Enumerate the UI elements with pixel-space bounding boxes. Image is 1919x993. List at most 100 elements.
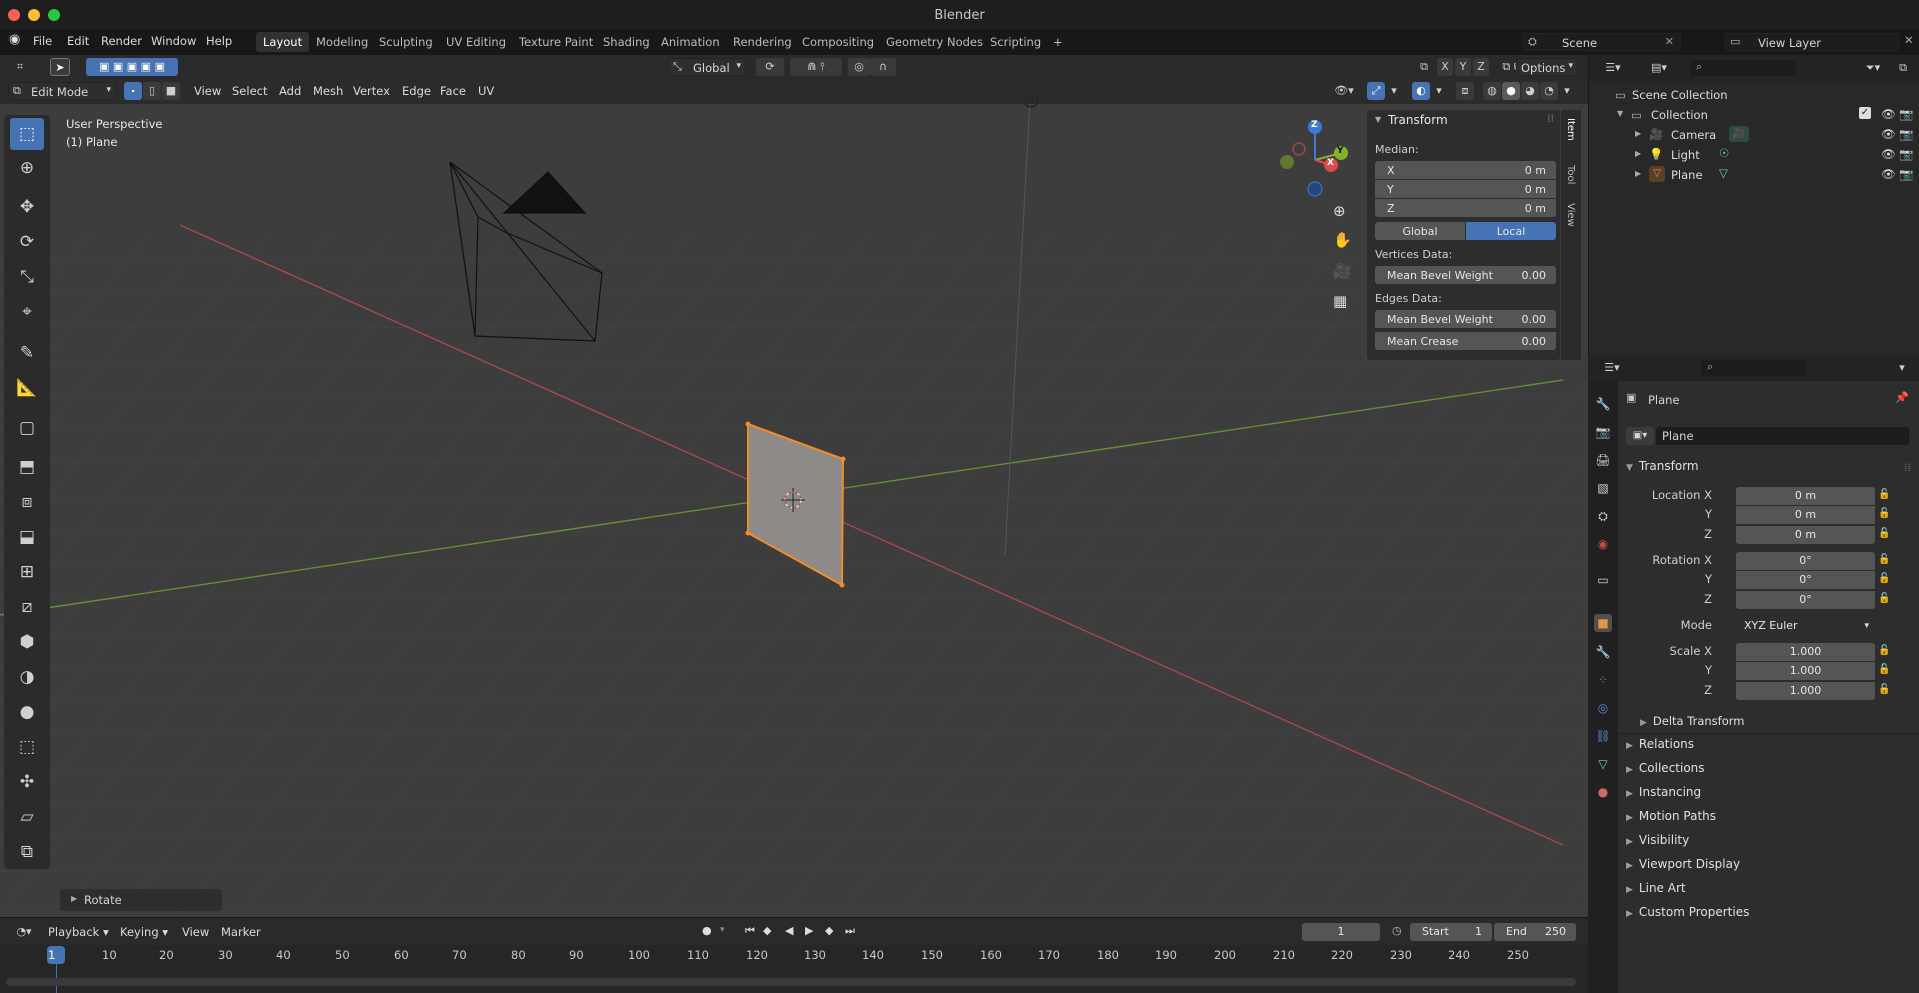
timeline-ruler[interactable]: 1 10 20 30 40 50 60 70 80 90 100 110 120 130 140 150 160… xyxy=(0,945,1588,993)
pivot-point-icon[interactable]: ⟳ xyxy=(756,58,784,76)
shrink-fatten-tool-icon[interactable]: ✣ xyxy=(10,766,44,798)
physics-tab-icon[interactable]: ◎ xyxy=(1594,699,1612,717)
menu-file[interactable]: File xyxy=(33,34,52,48)
chevron-down-icon[interactable]: ▾ xyxy=(1432,82,1446,100)
scale-y-field[interactable]: 1.000 xyxy=(1736,662,1875,680)
extrude-tool-icon[interactable]: ⬒ xyxy=(10,451,44,483)
menu-add[interactable]: Add xyxy=(279,84,301,98)
spin-tool-icon[interactable]: ◑ xyxy=(10,661,44,693)
select-tool-icon[interactable]: ➤ xyxy=(50,58,70,76)
wireframe-shading-icon[interactable]: ◍ xyxy=(1483,82,1501,100)
chevron-down-icon[interactable]: ▾ xyxy=(1894,359,1910,377)
measure-tool-icon[interactable]: 📐 xyxy=(10,372,44,404)
ortho-grid-icon[interactable]: ▦ xyxy=(1333,292,1347,310)
tab-rendering[interactable]: Rendering xyxy=(726,32,799,52)
new-collection-icon[interactable]: ⧉ xyxy=(1893,59,1913,77)
timeline-view-menu[interactable]: View xyxy=(182,925,209,939)
menu-view[interactable]: View xyxy=(194,84,221,98)
falloff-icon[interactable]: ∩ xyxy=(870,58,896,76)
outliner-item-plane[interactable]: ▶ ▽ Plane ▽ 👁 📷 xyxy=(1589,165,1919,185)
custom-properties-section[interactable]: ▶ Custom Properties xyxy=(1626,905,1749,919)
proportional-edit-icon[interactable]: ◎ xyxy=(848,58,870,76)
light-data-icon[interactable]: ☉ xyxy=(1719,146,1729,160)
jump-end-icon[interactable]: ⏭ xyxy=(845,924,855,938)
cursor-tool-icon[interactable]: ⊕ xyxy=(10,152,44,184)
jump-start-icon[interactable]: ⏮ xyxy=(745,924,755,938)
lock-icon[interactable]: 🔓 xyxy=(1878,528,1890,539)
object-tab-icon[interactable]: ■ xyxy=(1594,614,1612,632)
keying-menu[interactable]: Keying ▾ xyxy=(120,925,168,939)
collection-tab-icon[interactable]: ▭ xyxy=(1594,571,1612,589)
render-tab-icon[interactable]: 📷 xyxy=(1594,423,1612,441)
outliner-collection[interactable]: ▼ ▭ Collection ✓ 👁 📷 xyxy=(1589,105,1919,125)
eye-icon[interactable]: 👁 xyxy=(1881,167,1896,181)
end-frame-field[interactable]: End 250 xyxy=(1494,923,1576,941)
median-x-field[interactable]: X 0 m xyxy=(1375,161,1556,179)
eye-icon[interactable]: 👁 xyxy=(1881,107,1896,121)
material-tab-icon[interactable]: ● xyxy=(1594,783,1612,801)
global-toggle[interactable]: Global xyxy=(1375,222,1465,240)
scale-z-field[interactable]: 1.000 xyxy=(1736,682,1875,700)
instancing-section[interactable]: ▶ Instancing xyxy=(1626,785,1701,799)
tab-uv-editing[interactable]: UV Editing xyxy=(439,32,513,52)
lock-icon[interactable]: 🔓 xyxy=(1878,684,1890,695)
blender-logo-icon[interactable]: ◉ xyxy=(9,32,20,47)
scene-tab-icon[interactable]: ⛭ xyxy=(1594,507,1612,525)
zoom-icon[interactable]: ⊕ xyxy=(1333,202,1346,220)
local-toggle[interactable]: Local xyxy=(1466,222,1556,240)
line-art-section[interactable]: ▶ Line Art xyxy=(1626,881,1686,895)
object-name-field[interactable]: Plane xyxy=(1656,427,1909,445)
solid-shading-icon[interactable]: ● xyxy=(1502,82,1520,100)
constraints-tab-icon[interactable]: ⛓ xyxy=(1594,727,1612,745)
timeline-scrollbar[interactable] xyxy=(6,978,1576,986)
chevron-right-icon[interactable]: ▶ xyxy=(1635,169,1641,178)
particles-tab-icon[interactable]: ⁘ xyxy=(1594,671,1612,689)
move-tool-icon[interactable]: ✥ xyxy=(10,191,44,223)
outliner-item-light[interactable]: ▶ 💡 Light ☉ 👁 📷 xyxy=(1589,145,1919,165)
navigation-gizmo[interactable]: Z Y X xyxy=(1275,115,1355,200)
tab-animation[interactable]: Animation xyxy=(654,32,727,52)
face-select-icon[interactable]: ■ xyxy=(162,82,180,100)
pan-hand-icon[interactable]: ✋ xyxy=(1333,231,1352,249)
transform-section-header[interactable]: ▼ Transform xyxy=(1626,459,1699,473)
bevel-tool-icon[interactable]: ⬓ xyxy=(10,521,44,553)
tab-item[interactable]: Item xyxy=(1565,118,1576,141)
rotation-x-field[interactable]: 0° xyxy=(1736,552,1875,570)
tool-tab-icon[interactable]: 🔧 xyxy=(1594,395,1612,413)
selection-modes-group[interactable]: ▣ ▣ ▣ ▣ ▣ xyxy=(86,58,178,76)
motion-paths-section[interactable]: ▶ Motion Paths xyxy=(1626,809,1716,823)
record-icon[interactable]: ● xyxy=(702,924,712,937)
xray-toggle-icon[interactable]: ⧈ xyxy=(1456,82,1474,100)
gizmo-toggle-icon[interactable]: ⤢ xyxy=(1367,82,1385,100)
rip-tool-icon[interactable]: ⧉ xyxy=(10,836,44,868)
visibility-icon[interactable]: 👁▾ xyxy=(1330,82,1358,100)
mirror-icon[interactable]: ⧉ xyxy=(1415,58,1433,76)
select-box-tool-icon[interactable]: ⬚ xyxy=(10,118,44,150)
collections-section[interactable]: ▶ Collections xyxy=(1626,761,1705,775)
close-icon[interactable]: ✕ xyxy=(1904,33,1914,47)
marker-menu[interactable]: Marker xyxy=(221,925,261,939)
play-icon[interactable]: ▶ xyxy=(805,924,813,937)
edge-select-icon[interactable]: ▯ xyxy=(143,82,161,100)
playback-menu[interactable]: Playback ▾ xyxy=(48,925,109,939)
output-tab-icon[interactable]: 🖨 xyxy=(1594,451,1612,469)
play-reverse-icon[interactable]: ◀ xyxy=(785,924,793,937)
mirror-x-toggle[interactable]: X xyxy=(1437,58,1453,76)
transform-orientation-dropdown[interactable]: ⤡ Global ▾ xyxy=(668,58,746,76)
transform-tool-icon[interactable]: ⌖ xyxy=(10,296,44,328)
material-shading-icon[interactable]: ◕ xyxy=(1521,82,1539,100)
chevron-right-icon[interactable]: ▶ xyxy=(1635,149,1641,158)
menu-uv[interactable]: UV xyxy=(478,84,494,98)
mean-crease-field[interactable]: Mean Crease 0.00 xyxy=(1375,332,1556,350)
knife-tool-icon[interactable]: ⧄ xyxy=(10,591,44,623)
edge-slide-tool-icon[interactable]: ⬚ xyxy=(10,731,44,763)
drag-handle-icon[interactable]: ⁞⁞ xyxy=(1547,112,1554,125)
menu-window[interactable]: Window xyxy=(151,34,196,48)
scene-selector[interactable]: ⛭ Scene ✕ xyxy=(1523,33,1681,51)
location-x-field[interactable]: 0 m xyxy=(1736,487,1875,505)
edge-bevel-weight-field[interactable]: Mean Bevel Weight 0.00 xyxy=(1375,310,1556,328)
mesh-data-tab-icon[interactable]: ▽ xyxy=(1594,755,1612,773)
editor-type-icon[interactable]: ☰▾ xyxy=(1598,359,1626,377)
visibility-section[interactable]: ▶ Visibility xyxy=(1626,833,1689,847)
lock-icon[interactable]: 🔓 xyxy=(1878,554,1890,565)
